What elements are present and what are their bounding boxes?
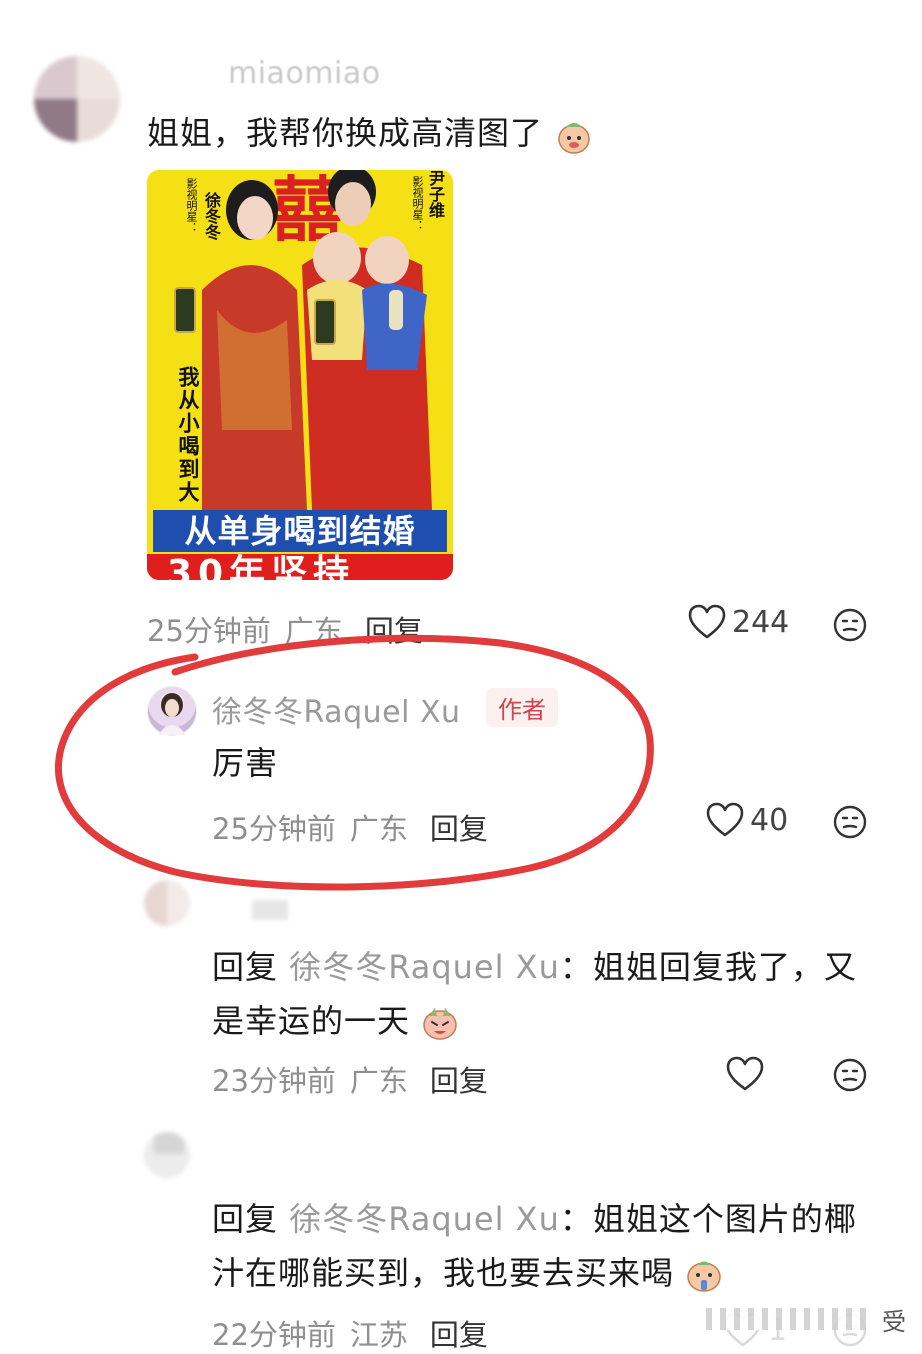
author-avatar[interactable] bbox=[147, 686, 197, 736]
comment-meta: 25分钟前 广东 回复 bbox=[212, 806, 488, 848]
like-count: 40 bbox=[750, 802, 789, 838]
like-count: 244 bbox=[732, 604, 790, 640]
comment-location: 广东 bbox=[349, 1064, 408, 1098]
comment-line: 汁在哪能买到，我也要去买来喝 bbox=[212, 1246, 902, 1300]
avatar[interactable] bbox=[144, 1132, 190, 1178]
reply-prefix: 回复 bbox=[212, 948, 279, 986]
watermark: 受 bbox=[700, 1296, 922, 1348]
watermark-text: 受 bbox=[882, 1308, 906, 1336]
heart-icon bbox=[726, 1056, 764, 1091]
highlight-circle bbox=[54, 634, 654, 891]
ad-actress-label: 影视明星： bbox=[185, 178, 198, 233]
like-button[interactable]: 244 bbox=[688, 604, 789, 640]
comment-line-1: ：姐姐回复我了，又 bbox=[559, 948, 857, 986]
emoji-reaction-icon[interactable] bbox=[832, 607, 868, 643]
emoji-reaction-icon[interactable] bbox=[832, 1057, 868, 1093]
reply-button[interactable]: 回复 bbox=[430, 1318, 488, 1352]
blurred-username[interactable] bbox=[252, 900, 288, 920]
sticker-icon bbox=[556, 117, 592, 154]
comment-line: 回复 徐冬冬Raquel Xu：姐姐回复我了，又 bbox=[212, 940, 892, 994]
sticker-icon bbox=[421, 1004, 459, 1042]
reply-button[interactable]: 回复 bbox=[430, 812, 488, 846]
reply-target[interactable]: 徐冬冬Raquel Xu bbox=[289, 1200, 560, 1238]
comment-location: 广东 bbox=[349, 812, 408, 846]
comment-meta: 23分钟前 广东 回复 bbox=[212, 1058, 488, 1100]
comment-username[interactable]: miaomiao bbox=[228, 56, 381, 91]
comment-text: 厉害 bbox=[212, 744, 279, 782]
avatar[interactable] bbox=[144, 880, 190, 926]
like-button[interactable]: 40 bbox=[706, 802, 788, 838]
ad-actress-name: 徐冬冬 bbox=[202, 192, 221, 240]
reply-prefix: 回复 bbox=[212, 1200, 279, 1238]
ad-bottom-text: 30年坚持 bbox=[167, 553, 356, 581]
comment-line-2: 是幸运的一天 bbox=[212, 1002, 411, 1040]
emoji-reaction-icon[interactable] bbox=[832, 804, 868, 840]
comment-text: 回复 徐冬冬Raquel Xu：姐姐这个图片的椰 汁在哪能买到，我也要去买来喝 bbox=[212, 1192, 902, 1300]
sticker-icon bbox=[685, 1256, 723, 1294]
comment-line: 回复 徐冬冬Raquel Xu：姐姐这个图片的椰 bbox=[212, 1192, 902, 1246]
comment-image[interactable]: 囍 影视明星： 徐冬冬 影视明星： 尹子维 我从小喝到大 从单身喝到结婚 30年… bbox=[147, 170, 453, 580]
comment-location: 江苏 bbox=[349, 1318, 408, 1352]
ad-actor-name: 尹子维 bbox=[426, 170, 445, 218]
comment-meta: 25分钟前 广东 回复 bbox=[147, 608, 423, 650]
heart-icon bbox=[706, 802, 744, 837]
reply-target[interactable]: 徐冬冬Raquel Xu bbox=[289, 948, 560, 986]
comment-time: 25分钟前 bbox=[212, 812, 336, 846]
comment-location: 广东 bbox=[284, 614, 343, 648]
comment-time: 25分钟前 bbox=[147, 614, 271, 648]
heart-icon bbox=[688, 604, 726, 639]
comment-line-1: ：姐姐这个图片的椰 bbox=[559, 1200, 857, 1238]
author-badge: 作者 bbox=[486, 688, 558, 727]
comment-text: 姐姐，我帮你换成高清图了 bbox=[147, 106, 592, 160]
comment-text: 回复 徐冬冬Raquel Xu：姐姐回复我了，又 是幸运的一天 bbox=[212, 940, 892, 1048]
author-username[interactable]: 徐冬冬Raquel Xu bbox=[212, 687, 461, 731]
comment-text-content: 姐姐，我帮你换成高清图了 bbox=[147, 114, 544, 152]
comment-time: 22分钟前 bbox=[212, 1318, 336, 1352]
avatar[interactable] bbox=[34, 56, 120, 142]
reply-button[interactable]: 回复 bbox=[430, 1064, 488, 1098]
like-button[interactable] bbox=[726, 1056, 764, 1092]
ad-bottom-strip: 30年坚持 bbox=[147, 554, 453, 580]
comment-line-2: 汁在哪能买到，我也要去买来喝 bbox=[212, 1254, 675, 1292]
comment-time: 23分钟前 bbox=[212, 1064, 336, 1098]
ad-banner: 从单身喝到结婚 bbox=[153, 510, 447, 552]
reply-button[interactable]: 回复 bbox=[365, 614, 423, 648]
comment-line: 是幸运的一天 bbox=[212, 994, 892, 1048]
ad-slogan: 我从小喝到大 bbox=[176, 366, 200, 504]
watermark-bar bbox=[706, 1308, 866, 1330]
